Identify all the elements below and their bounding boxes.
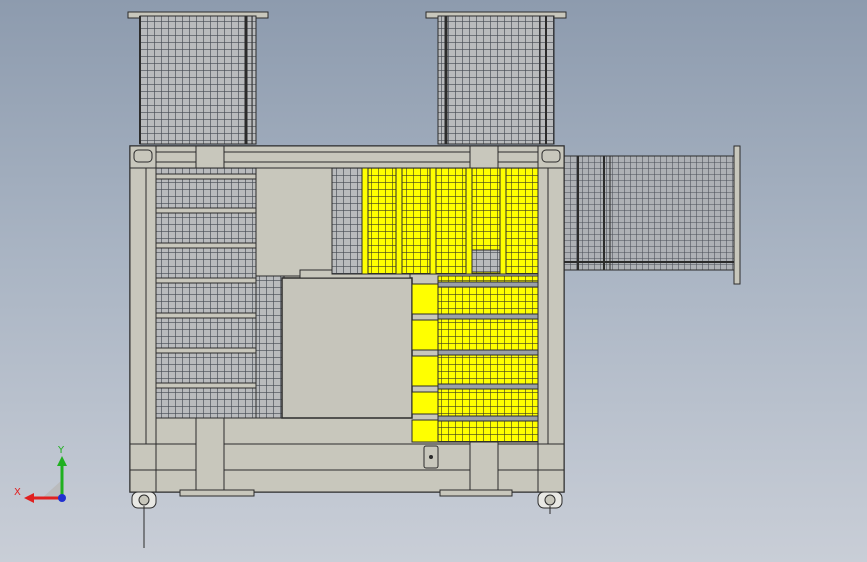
top-left-mesh-tower bbox=[127, 11, 269, 145]
top-right-mesh-tower bbox=[425, 11, 567, 145]
center-door-panel bbox=[281, 269, 413, 419]
triad-plane bbox=[42, 480, 62, 498]
right-yellow-shelf-stack bbox=[411, 275, 539, 469]
z-axis-dot bbox=[58, 494, 66, 502]
upper-mesh-bay bbox=[331, 167, 539, 275]
axis-triad: Y X bbox=[14, 445, 67, 503]
right-mesh-extension bbox=[561, 145, 741, 285]
y-axis-label: Y bbox=[57, 445, 65, 456]
x-axis-label: X bbox=[14, 487, 21, 498]
left-caster bbox=[129, 469, 157, 548]
cad-viewport[interactable] bbox=[0, 0, 867, 562]
right-caster bbox=[537, 469, 565, 514]
